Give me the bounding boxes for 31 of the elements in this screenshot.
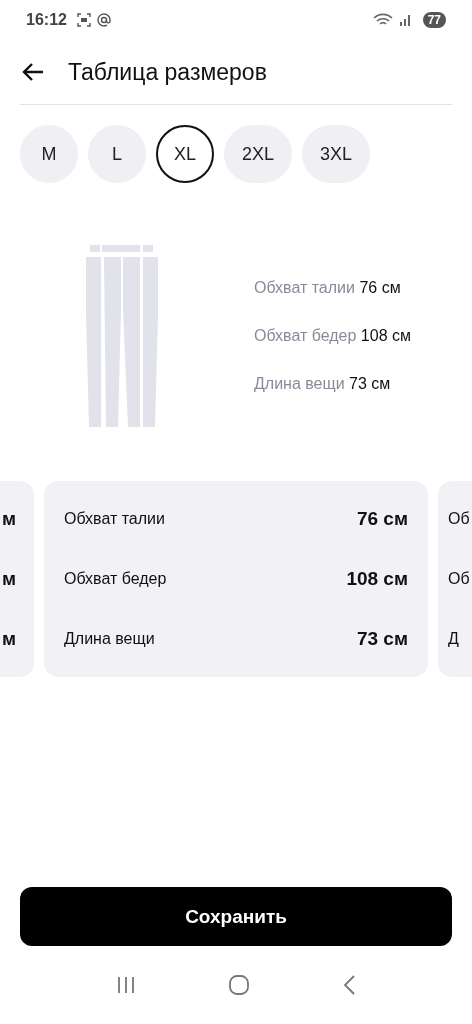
measurement-value: 76 см xyxy=(356,508,408,530)
home-icon[interactable] xyxy=(228,974,250,996)
size-chip[interactable]: 2XL xyxy=(224,125,293,183)
measurement-label: Обхват талии xyxy=(64,510,165,528)
page-title: Таблица размеров xyxy=(68,58,267,86)
status-time: 16:12 xyxy=(26,11,67,29)
measurement-text: Обхват талии 76 см xyxy=(254,279,402,297)
screenshot-icon xyxy=(76,13,91,27)
wifi-icon xyxy=(372,12,393,28)
measurement-value: м xyxy=(1,508,16,530)
measurement-label: Обхват бедер xyxy=(64,570,167,588)
measurement-label: Д xyxy=(448,630,459,648)
measurement-text: Обхват бедер 108 см xyxy=(254,327,411,345)
save-button[interactable]: Сохранить xyxy=(20,887,452,946)
measurement-text: Длина вещи 73 см xyxy=(254,375,392,393)
back-nav-icon[interactable] xyxy=(342,974,356,996)
size-chip[interactable]: L xyxy=(88,125,146,183)
size-chip[interactable]: 3XL xyxy=(302,125,371,183)
battery-indicator: 77 xyxy=(422,12,446,28)
measurement-value: 73 см xyxy=(356,628,408,650)
measurement-label: Об xyxy=(448,510,470,528)
measurement-value: м xyxy=(1,628,16,650)
at-icon xyxy=(96,13,111,27)
signal-icon xyxy=(398,13,413,27)
measurement-value: 108 см xyxy=(346,568,408,590)
recent-apps-icon[interactable] xyxy=(116,976,136,994)
measurement-value: м xyxy=(1,568,16,590)
measurement-label: Об xyxy=(448,570,470,588)
size-chip[interactable]: XL xyxy=(156,125,215,183)
measurement-label: Длина вещи xyxy=(64,630,155,648)
size-chip[interactable]: M xyxy=(20,125,78,183)
